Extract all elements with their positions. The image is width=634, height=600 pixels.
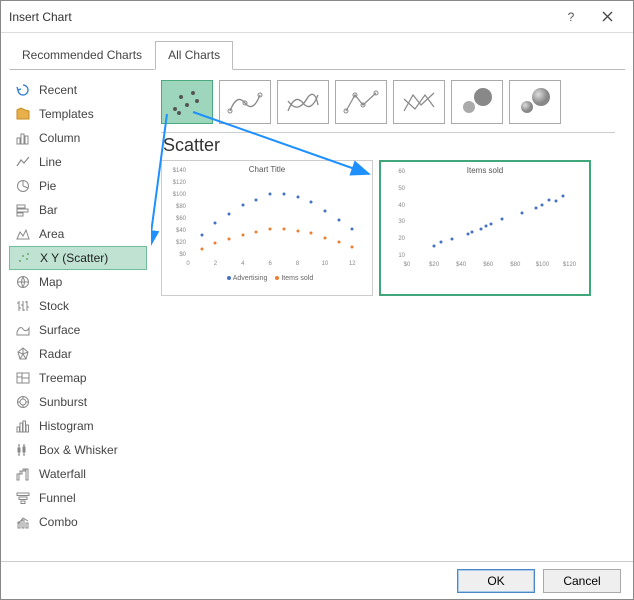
templates-icon bbox=[15, 106, 31, 122]
sidebar-item-boxwhisker[interactable]: Box & Whisker bbox=[9, 438, 147, 462]
sidebar-item-funnel[interactable]: Funnel bbox=[9, 486, 147, 510]
sidebar-item-line[interactable]: Line bbox=[9, 150, 147, 174]
boxwhisker-icon bbox=[15, 442, 31, 458]
help-button[interactable]: ? bbox=[553, 3, 589, 31]
histogram-icon bbox=[15, 418, 31, 434]
preview-title: Chart Title bbox=[166, 165, 368, 177]
subtype-bubble[interactable] bbox=[451, 80, 503, 124]
subtype-bubble-3d[interactable] bbox=[509, 80, 561, 124]
preview-plot: 102030405060 $0$20$40$60$80$100$120 bbox=[385, 178, 585, 274]
subtype-scatter-straight[interactable] bbox=[393, 80, 445, 124]
cancel-button[interactable]: Cancel bbox=[543, 569, 621, 593]
chart-preview-1[interactable]: Chart Title $0$20$40$60$80$100$120$140 0… bbox=[161, 160, 373, 296]
recent-icon bbox=[15, 82, 31, 98]
bubble-3d-icon bbox=[515, 85, 555, 119]
sidebar-item-column[interactable]: Column bbox=[9, 126, 147, 150]
ok-button[interactable]: OK bbox=[457, 569, 535, 593]
map-icon bbox=[15, 274, 31, 290]
subtype-scatter-straight-markers[interactable] bbox=[335, 80, 387, 124]
preview-plot: $0$20$40$60$80$100$120$140 024681012 bbox=[166, 177, 368, 273]
help-icon: ? bbox=[565, 11, 577, 23]
sidebar-item-treemap[interactable]: Treemap bbox=[9, 366, 147, 390]
bubble-icon bbox=[457, 85, 497, 119]
tab-bar: Recommended Charts All Charts bbox=[1, 33, 633, 70]
dialog-footer: OK Cancel bbox=[1, 561, 633, 599]
line-icon bbox=[15, 154, 31, 170]
preview-row: Chart Title $0$20$40$60$80$100$120$140 0… bbox=[161, 160, 619, 296]
sidebar-item-combo[interactable]: Combo bbox=[9, 510, 147, 534]
combo-icon bbox=[15, 514, 31, 530]
sidebar-item-sunburst[interactable]: Sunburst bbox=[9, 390, 147, 414]
insert-chart-dialog: Insert Chart ? Recommended Charts All Ch… bbox=[0, 0, 634, 600]
surface-icon bbox=[15, 322, 31, 338]
treemap-icon bbox=[15, 370, 31, 386]
dialog-title: Insert Chart bbox=[9, 10, 553, 24]
scatter-subtype-icon bbox=[167, 85, 207, 119]
main-panel: Scatter Chart Title $0$20$40$60$80$100$1… bbox=[151, 70, 633, 568]
sidebar-item-stock[interactable]: Stock bbox=[9, 294, 147, 318]
subtype-scatter-smooth-markers[interactable] bbox=[219, 80, 271, 124]
column-icon bbox=[15, 130, 31, 146]
dialog-body: Recent Templates Column Line Pie Bar Are… bbox=[1, 70, 633, 568]
area-icon bbox=[15, 226, 31, 242]
svg-text:?: ? bbox=[568, 11, 575, 23]
chart-subtype-name: Scatter bbox=[163, 135, 619, 156]
scatter-straight-icon bbox=[399, 85, 439, 119]
sidebar-item-templates[interactable]: Templates bbox=[9, 102, 147, 126]
sidebar-item-scatter[interactable]: X Y (Scatter) bbox=[9, 246, 147, 270]
subtype-scatter[interactable] bbox=[161, 80, 213, 124]
subtype-row bbox=[161, 78, 619, 126]
tab-all-charts[interactable]: All Charts bbox=[155, 41, 233, 70]
tab-recommended[interactable]: Recommended Charts bbox=[9, 41, 155, 70]
sidebar-item-histogram[interactable]: Histogram bbox=[9, 414, 147, 438]
preview-title: Items sold bbox=[385, 166, 585, 178]
sidebar-item-bar[interactable]: Bar bbox=[9, 198, 147, 222]
subtype-scatter-smooth[interactable] bbox=[277, 80, 329, 124]
chart-preview-2[interactable]: Items sold 102030405060 $0$20$40$60$80$1… bbox=[379, 160, 591, 296]
sidebar-item-map[interactable]: Map bbox=[9, 270, 147, 294]
bar-icon bbox=[15, 202, 31, 218]
chart-category-list: Recent Templates Column Line Pie Bar Are… bbox=[1, 70, 151, 568]
sidebar-item-recent[interactable]: Recent bbox=[9, 78, 147, 102]
title-bar: Insert Chart ? bbox=[1, 1, 633, 33]
scatter-icon bbox=[16, 250, 32, 266]
pie-icon bbox=[15, 178, 31, 194]
stock-icon bbox=[15, 298, 31, 314]
scatter-smooth-icon bbox=[283, 85, 323, 119]
close-button[interactable] bbox=[589, 3, 625, 31]
sunburst-icon bbox=[15, 394, 31, 410]
sidebar-item-pie[interactable]: Pie bbox=[9, 174, 147, 198]
sidebar-item-waterfall[interactable]: Waterfall bbox=[9, 462, 147, 486]
waterfall-icon bbox=[15, 466, 31, 482]
sidebar-item-area[interactable]: Area bbox=[9, 222, 147, 246]
sidebar-item-radar[interactable]: Radar bbox=[9, 342, 147, 366]
scatter-straight-markers-icon bbox=[341, 85, 381, 119]
radar-icon bbox=[15, 346, 31, 362]
funnel-icon bbox=[15, 490, 31, 506]
close-icon bbox=[602, 11, 613, 22]
preview-legend: Advertising Items sold bbox=[166, 273, 368, 285]
sidebar-item-surface[interactable]: Surface bbox=[9, 318, 147, 342]
scatter-smooth-markers-icon bbox=[225, 85, 265, 119]
